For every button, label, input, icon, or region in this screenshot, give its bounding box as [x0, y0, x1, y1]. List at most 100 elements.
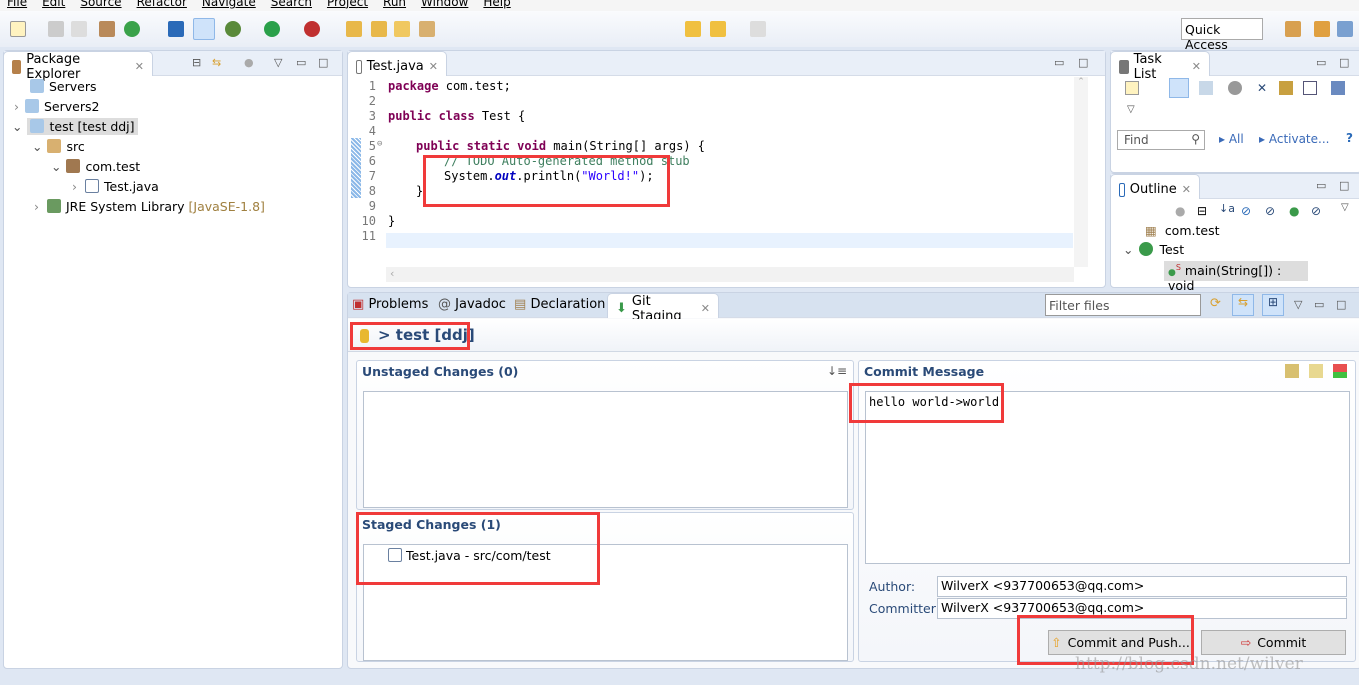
hide-static-icon[interactable]: ⊘: [1265, 204, 1275, 218]
minimize-icon[interactable]: ▭: [296, 56, 306, 69]
hide-fields-icon[interactable]: ⊘: [1241, 204, 1251, 218]
menu-project[interactable]: Project: [320, 0, 376, 11]
menu-refactor[interactable]: Refactor: [130, 0, 195, 11]
commit-button[interactable]: ⇨ Commit: [1201, 630, 1346, 655]
skip-breakpoints-icon[interactable]: [193, 18, 215, 40]
outline-item-method[interactable]: ●S main(String[]) : void: [1164, 261, 1308, 293]
forward-icon[interactable]: [750, 21, 766, 37]
tree-item-servers[interactable]: Servers: [30, 79, 97, 94]
tab-outline[interactable]: Outline ✕: [1110, 174, 1200, 199]
console-icon[interactable]: [168, 21, 184, 37]
new-icon[interactable]: [10, 21, 26, 37]
all-link[interactable]: ▸ All: [1219, 132, 1244, 146]
link-selection-icon[interactable]: ⇆: [1232, 294, 1254, 316]
close-icon[interactable]: ✕: [1192, 60, 1201, 73]
tree-item-src[interactable]: ⌄ src: [32, 139, 85, 154]
sort-icon[interactable]: ↓≡: [827, 364, 847, 378]
view-menu-icon[interactable]: ▽: [1294, 298, 1302, 311]
last-edit-icon[interactable]: [685, 21, 701, 37]
tab-git-staging[interactable]: ⬇ Git Staging ✕: [607, 293, 719, 324]
open-type-icon[interactable]: [346, 21, 362, 37]
quick-access-input[interactable]: Quick Access: [1181, 18, 1263, 52]
view-menu-icon[interactable]: ▽: [1127, 104, 1135, 115]
run-icon[interactable]: [264, 21, 280, 37]
show-mine-icon[interactable]: [1279, 81, 1293, 95]
minimize-icon[interactable]: ▭: [1316, 56, 1326, 69]
maximize-icon[interactable]: □: [1336, 298, 1346, 311]
maximize-icon[interactable]: □: [1339, 56, 1349, 69]
link-editor-icon[interactable]: ⇆: [212, 56, 221, 69]
scheduled-icon[interactable]: [1199, 81, 1213, 95]
view-menu-icon[interactable]: ▽: [1341, 202, 1349, 213]
horizontal-scrollbar[interactable]: ‹: [386, 267, 1074, 282]
run-external-icon[interactable]: [304, 21, 320, 37]
collapse-all-icon[interactable]: ⊟: [192, 56, 201, 69]
debug-icon[interactable]: [225, 21, 241, 37]
fold-icon[interactable]: ⊖: [377, 139, 382, 149]
menu-file[interactable]: File: [0, 0, 35, 11]
chevron-right-icon[interactable]: ›: [34, 199, 39, 214]
hide-nonpublic-icon[interactable]: ●: [1289, 204, 1299, 218]
sync-icon[interactable]: [1331, 81, 1345, 95]
new-task-icon[interactable]: [1125, 81, 1139, 95]
tab-package-explorer[interactable]: Package Explorer ✕: [3, 51, 153, 82]
sort-icon[interactable]: ↓a: [1219, 202, 1235, 215]
menu-run[interactable]: Run: [376, 0, 414, 11]
tree-item-jre[interactable]: › JRE System Library [JavaSE-1.8]: [34, 199, 265, 214]
tab-task-list[interactable]: Task List ✕: [1110, 51, 1210, 82]
tab-test-java[interactable]: Test.java ✕: [347, 51, 447, 76]
back-icon[interactable]: [710, 21, 726, 37]
menu-source[interactable]: Source: [73, 0, 129, 11]
vertical-scrollbar[interactable]: ⌃: [1074, 77, 1088, 267]
help-icon[interactable]: ?: [1346, 131, 1353, 145]
chevron-down-icon[interactable]: ⌄: [32, 139, 42, 154]
unstaged-list[interactable]: [363, 391, 848, 508]
maximize-icon[interactable]: □: [318, 56, 328, 69]
menu-edit[interactable]: Edit: [35, 0, 73, 11]
chevron-right-icon[interactable]: ›: [72, 179, 77, 194]
close-icon[interactable]: ✕: [701, 302, 710, 315]
minimize-icon[interactable]: ▭: [1054, 56, 1064, 69]
git-perspective-icon[interactable]: [1337, 21, 1353, 37]
open-task-icon[interactable]: [394, 21, 410, 37]
menu-navigate[interactable]: Navigate: [195, 0, 264, 11]
view-menu-icon[interactable]: ▽: [274, 56, 282, 69]
outline-item-class[interactable]: ⌄ Test: [1123, 242, 1184, 257]
tree-item-servers2[interactable]: › Servers2: [14, 99, 99, 114]
find-input[interactable]: Find ⚲: [1117, 130, 1205, 150]
tab-declaration[interactable]: ▤ Declaration: [514, 297, 605, 312]
tree-item-test-java[interactable]: › Test.java: [72, 179, 159, 194]
filters-icon[interactable]: ●: [244, 56, 254, 69]
chevron-down-icon[interactable]: ⌄: [1123, 242, 1133, 257]
new-package-icon[interactable]: [99, 21, 115, 37]
author-input[interactable]: WilverX <937700653@qq.com>: [937, 576, 1347, 597]
signed-off-icon[interactable]: [1309, 364, 1323, 378]
close-icon[interactable]: ✕: [429, 60, 438, 73]
tab-javadoc[interactable]: @ Javadoc: [438, 297, 506, 312]
refresh-icon[interactable]: ⟳: [1210, 296, 1221, 311]
save-icon[interactable]: [48, 21, 64, 37]
search-icon[interactable]: [419, 21, 435, 37]
categorized-icon[interactable]: [1169, 78, 1189, 98]
tree-item-com-test[interactable]: ⌄ com.test: [51, 159, 140, 174]
change-id-icon[interactable]: [1333, 364, 1347, 378]
java-perspective-icon[interactable]: [1314, 21, 1330, 37]
close-icon[interactable]: ✕: [1182, 183, 1191, 196]
outline-item-package[interactable]: ▦ com.test: [1145, 223, 1220, 238]
collapse-all-icon[interactable]: ⊟: [1197, 204, 1207, 218]
open-folder-icon[interactable]: [371, 21, 387, 37]
focus-icon[interactable]: [1228, 81, 1242, 95]
filter-files-input[interactable]: Filter files: [1045, 294, 1201, 316]
amend-icon[interactable]: [1285, 364, 1299, 378]
chevron-down-icon[interactable]: ⌄: [51, 159, 61, 174]
chevron-down-icon[interactable]: ⌄: [12, 119, 22, 134]
hide-completed-icon[interactable]: ✕: [1257, 81, 1267, 95]
tab-problems[interactable]: ▣ Problems: [352, 297, 428, 312]
tree-item-test-project[interactable]: ⌄ test [test ddj]: [12, 118, 138, 135]
minimize-icon[interactable]: ▭: [1316, 179, 1326, 192]
new-class-icon[interactable]: [124, 21, 140, 37]
save-all-icon[interactable]: [71, 21, 87, 37]
close-icon[interactable]: ✕: [135, 60, 144, 73]
activate-link[interactable]: ▸ Activate...: [1259, 132, 1329, 146]
layout-icon[interactable]: ⊞: [1262, 294, 1284, 316]
